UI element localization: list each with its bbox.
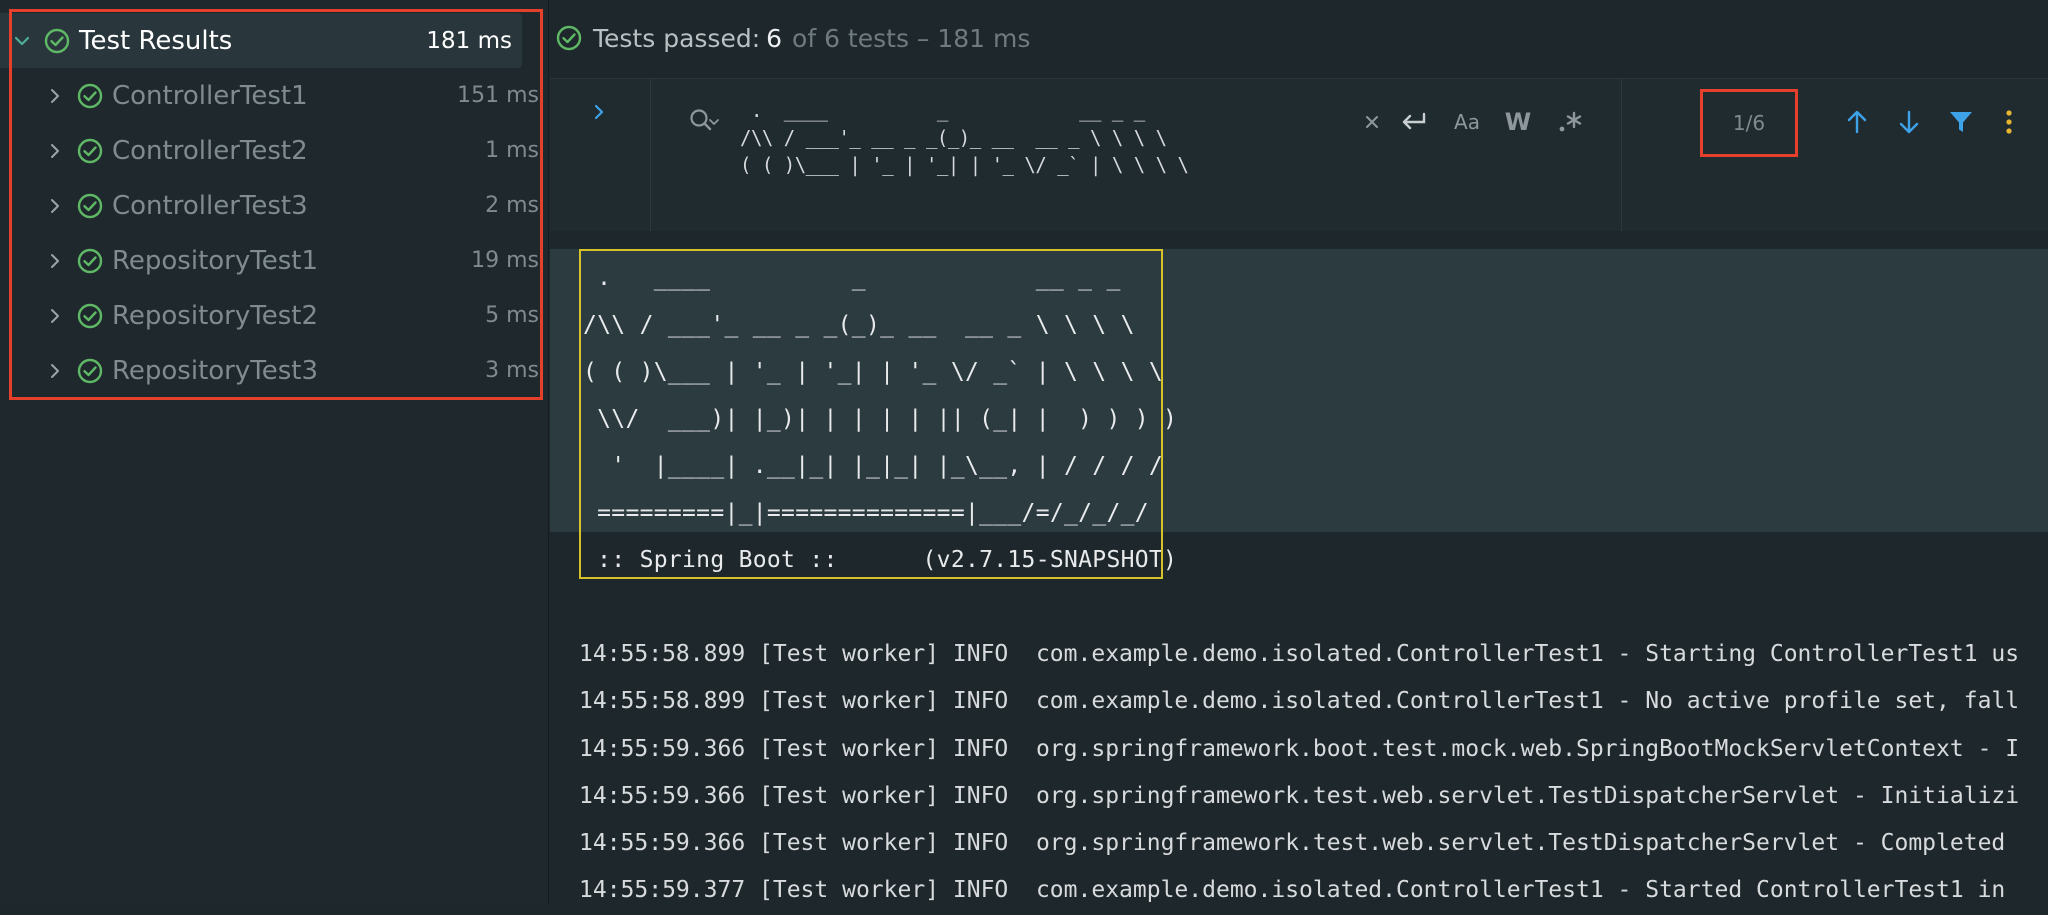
tree-item-duration: 3 ms: [485, 358, 539, 383]
more-options-icon[interactable]: [1994, 107, 2024, 137]
passed-check-icon: [77, 138, 103, 163]
console-search-bar: . ____ _ __ _ _ /\\ / ___'_ __ _ _(_)_ _…: [550, 78, 2048, 232]
passed-check-icon: [44, 28, 70, 53]
passed-check-icon: [556, 25, 582, 51]
tree-item-label: ControllerTest3: [112, 190, 308, 221]
log-line: 14:55:58.899 [Test worker] INFO com.exam…: [579, 688, 2020, 715]
match-case-toggle[interactable]: Aa: [1450, 107, 1484, 137]
passed-check-icon: [77, 83, 103, 108]
regex-toggle[interactable]: [1554, 107, 1586, 137]
tree-item-label: RepositoryTest2: [112, 300, 318, 331]
whole-words-toggle[interactable]: W: [1503, 107, 1533, 137]
search-expand-column: [550, 79, 651, 231]
current-match-box: [579, 249, 1163, 579]
chevron-right-icon[interactable]: [44, 250, 66, 272]
search-history-icon[interactable]: [688, 107, 720, 135]
test-results-tree: Test Results 181 ms ControllerTest1 151 …: [0, 0, 549, 905]
log-line: 14:55:59.366 [Test worker] INFO org.spri…: [579, 735, 2020, 762]
tree-item-label: RepositoryTest1: [112, 245, 318, 276]
tree-row-controllertest1[interactable]: ControllerTest1 151 ms: [0, 68, 548, 123]
tree-row-controllertest3[interactable]: ControllerTest3 2 ms: [0, 178, 548, 233]
passed-check-icon: [77, 303, 103, 328]
log-line: 14:55:59.377 [Test worker] INFO com.exam…: [579, 877, 2020, 904]
tree-item-label: Test Results: [79, 25, 233, 56]
expand-search-chevron-icon[interactable]: [588, 101, 610, 123]
tree-row-test-results[interactable]: Test Results 181 ms: [0, 13, 522, 68]
filter-icon[interactable]: [1944, 107, 1978, 137]
newline-icon[interactable]: [1396, 107, 1432, 137]
tree-item-duration: 5 ms: [485, 303, 539, 328]
chevron-right-icon[interactable]: [44, 85, 66, 107]
tree-row-repositorytest2[interactable]: RepositoryTest2 5 ms: [0, 288, 548, 343]
tree-row-controllertest2[interactable]: ControllerTest2 1 ms: [0, 123, 548, 178]
log-line: 14:55:58.899 [Test worker] INFO com.exam…: [579, 641, 2020, 667]
tree-item-label: ControllerTest1: [112, 80, 308, 111]
close-icon[interactable]: [1357, 107, 1387, 137]
search-input[interactable]: . ____ _ __ _ _ /\\ / ___'_ __ _ _(_)_ _…: [740, 97, 1189, 179]
passed-check-icon: [77, 358, 103, 383]
tree-item-label: ControllerTest2: [112, 135, 308, 166]
tree-item-duration: 19 ms: [471, 248, 539, 273]
tree-item-duration: 1 ms: [485, 138, 539, 163]
tree-row-repositorytest3[interactable]: RepositoryTest3 3 ms: [0, 343, 548, 398]
tree-item-duration: 181 ms: [426, 27, 512, 54]
chevron-down-icon[interactable]: [11, 30, 33, 52]
status-prefix: Tests passed:: [593, 23, 761, 53]
chevron-right-icon[interactable]: [44, 140, 66, 162]
tree-item-duration: 2 ms: [485, 193, 539, 218]
status-summary: of 6 tests – 181 ms: [792, 23, 1031, 53]
tree-row-repositorytest1[interactable]: RepositoryTest1 19 ms: [0, 233, 548, 288]
arrow-up-icon[interactable]: [1840, 107, 1874, 137]
passed-check-icon: [77, 248, 103, 273]
tests-status: Tests passed: 6 of 6 tests – 181 ms: [555, 18, 1030, 58]
passed-check-icon: [77, 193, 103, 218]
log-line: 14:55:59.366 [Test worker] INFO org.spri…: [579, 782, 2020, 809]
status-passed-count: 6: [766, 23, 783, 53]
chevron-right-icon[interactable]: [44, 305, 66, 327]
console-output: . ____ _ __ _ _ /\\ / ___'_ __ _ _(_)_ _…: [550, 231, 2048, 905]
search-divider: [1621, 79, 1622, 231]
chevron-right-icon[interactable]: [44, 360, 66, 382]
arrow-down-icon[interactable]: [1892, 107, 1926, 137]
tree-item-label: RepositoryTest3: [112, 355, 318, 386]
match-count: 1/6: [1700, 89, 1798, 157]
log-lines: 14:55:58.899 [Test worker] INFO com.exam…: [579, 631, 2019, 915]
log-line: 14:55:59.366 [Test worker] INFO org.spri…: [579, 830, 2020, 857]
chevron-right-icon[interactable]: [44, 195, 66, 217]
tree-item-duration: 151 ms: [457, 83, 539, 108]
